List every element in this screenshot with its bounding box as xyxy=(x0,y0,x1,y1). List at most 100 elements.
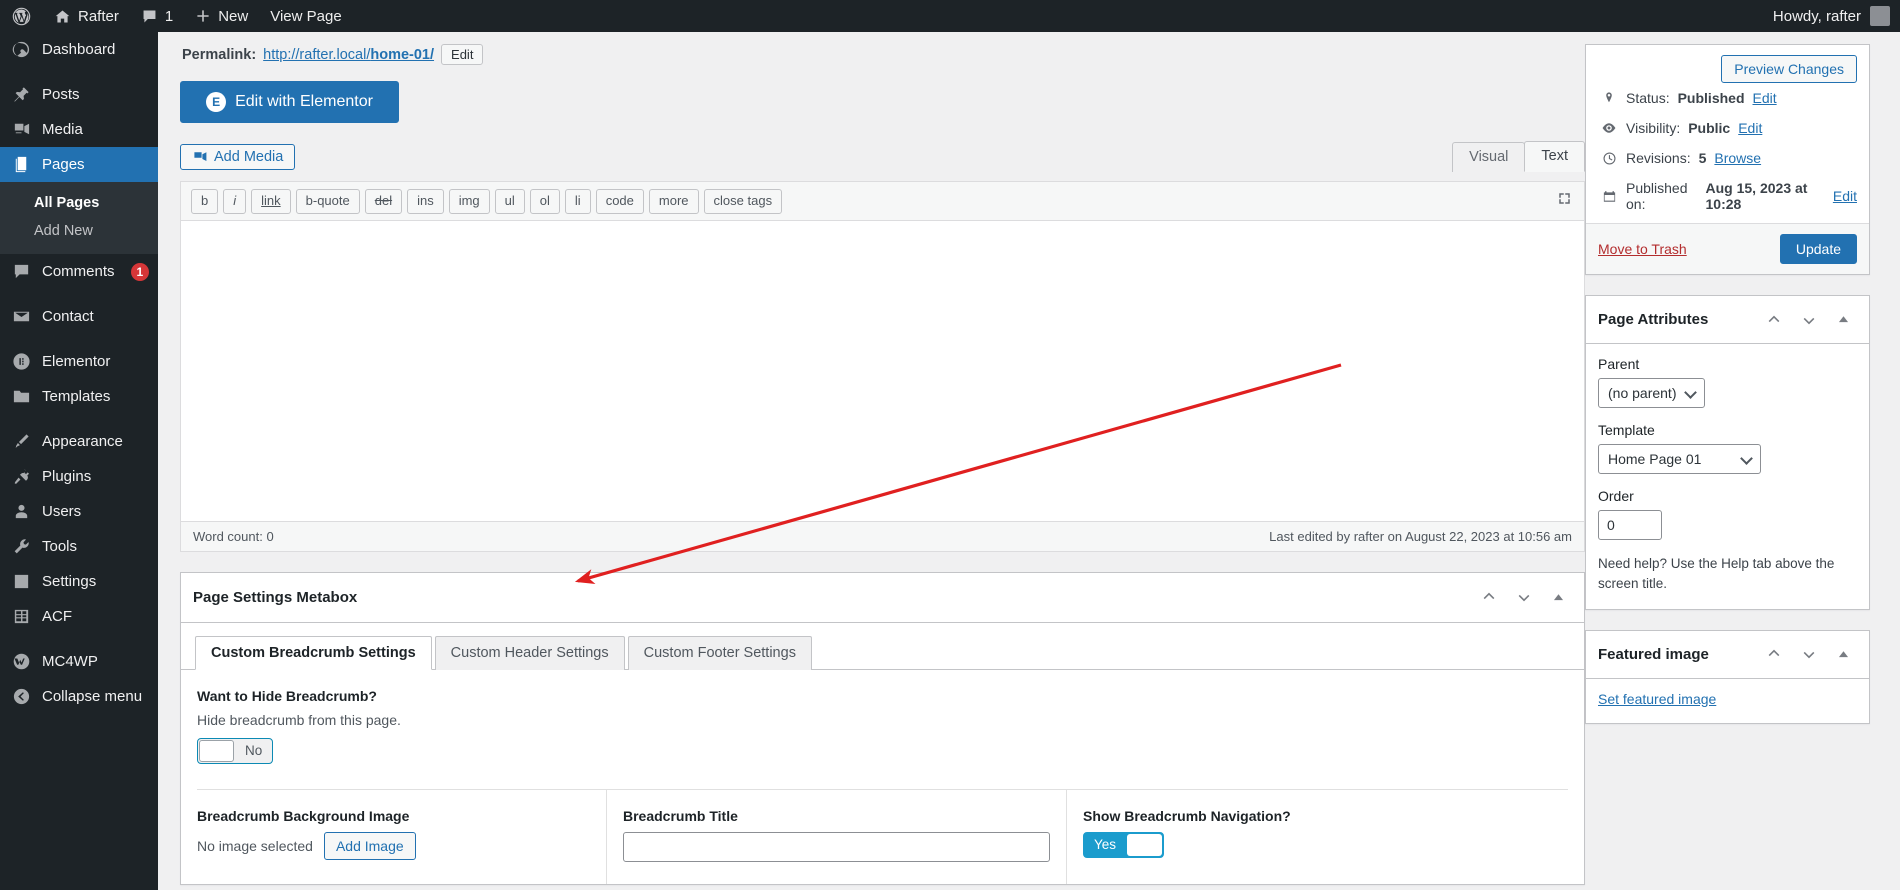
toggle-state-label: No xyxy=(245,743,263,759)
sidebar-item-dashboard[interactable]: Dashboard xyxy=(0,32,158,67)
sidebar-item-collapse-menu[interactable]: Collapse menu xyxy=(0,679,158,714)
quicktag-code[interactable]: code xyxy=(595,189,644,214)
browse-revisions-link[interactable]: Browse xyxy=(1714,150,1761,166)
published-on-row: Published on: Aug 15, 2023 at 10:28 Edit xyxy=(1598,173,1857,219)
preview-changes-button[interactable]: Preview Changes xyxy=(1721,55,1857,83)
sidebar-item-users[interactable]: Users xyxy=(0,494,158,529)
view-page-link[interactable]: View Page xyxy=(259,0,352,32)
move-up-icon[interactable] xyxy=(1760,641,1787,668)
show-navigation-toggle[interactable]: Yes xyxy=(1083,831,1165,858)
sidebar-item-appearance[interactable]: Appearance xyxy=(0,424,158,459)
tab-custom-breadcrumb-settings[interactable]: Custom Breadcrumb Settings xyxy=(195,635,432,670)
tab-custom-footer-settings[interactable]: Custom Footer Settings xyxy=(627,635,812,670)
editor-wrapper: Add Media Visual Text b i link b-quote d… xyxy=(180,141,1585,552)
publish-actions: Move to Trash Update xyxy=(1586,223,1869,274)
toggle-panel-icon[interactable] xyxy=(1830,641,1857,668)
quicktag-ins[interactable]: ins xyxy=(407,189,444,214)
visibility-value: Public xyxy=(1688,120,1731,136)
calendar-icon xyxy=(1600,189,1618,204)
sidebar-item-tools[interactable]: Tools xyxy=(0,529,158,564)
add-media-button[interactable]: Add Media xyxy=(180,143,296,170)
eye-icon xyxy=(1600,120,1618,136)
tab-text[interactable]: Text xyxy=(1524,141,1585,172)
permalink-link[interactable]: http://rafter.local/home-01/ xyxy=(263,47,434,63)
no-image-selected-label: No image selected xyxy=(197,837,313,854)
folder-icon xyxy=(11,386,32,407)
set-featured-image-link[interactable]: Set featured image xyxy=(1598,691,1716,707)
parent-select[interactable]: (no parent) xyxy=(1598,378,1706,408)
comments-bubble-button[interactable]: 1 xyxy=(130,0,184,32)
quicktag-ol[interactable]: ol xyxy=(529,189,560,214)
new-content-menu[interactable]: New xyxy=(184,0,259,32)
metabox-body: Want to Hide Breadcrumb? Hide breadcrumb… xyxy=(181,670,1584,790)
elementor-badge-icon: E xyxy=(206,92,227,112)
move-to-trash-link[interactable]: Move to Trash xyxy=(1598,241,1687,257)
site-name-label: Rafter xyxy=(78,7,119,25)
sidebar-item-acf[interactable]: ACF xyxy=(0,599,158,634)
edit-visibility-link[interactable]: Edit xyxy=(1738,120,1762,136)
quicktag-del[interactable]: del xyxy=(364,189,403,214)
template-select[interactable]: Home Page 01 xyxy=(1598,444,1761,474)
fullscreen-icon[interactable] xyxy=(1557,191,1576,211)
quicktag-img[interactable]: img xyxy=(448,189,490,214)
hide-breadcrumb-toggle[interactable]: No xyxy=(197,737,274,764)
sidebar-item-label: Pages xyxy=(42,156,85,173)
sidebar-subitem-add-new[interactable]: Add New xyxy=(0,217,158,245)
quicktag-ul[interactable]: ul xyxy=(494,189,525,214)
sidebar-subitem-all-pages[interactable]: All Pages xyxy=(0,189,158,217)
sidebar-item-comments[interactable]: Comments 1 xyxy=(0,254,158,289)
sidebar-item-posts[interactable]: Posts xyxy=(0,77,158,112)
edit-published-date-link[interactable]: Edit xyxy=(1833,188,1857,204)
sidebar-item-templates[interactable]: Templates xyxy=(0,379,158,414)
toggle-panel-icon[interactable] xyxy=(1830,306,1857,333)
published-on-label: Published on: xyxy=(1626,180,1688,212)
move-up-icon[interactable] xyxy=(1475,584,1502,611)
revisions-row: Revisions: 5 Browse xyxy=(1598,143,1857,173)
metabox-columns: Breadcrumb Background Image No image sel… xyxy=(181,789,1584,884)
revisions-value: 5 xyxy=(1698,150,1707,166)
site-name-menu[interactable]: Rafter xyxy=(43,0,130,32)
add-image-button[interactable]: Add Image xyxy=(323,831,416,860)
sidebar-item-label: Templates xyxy=(42,388,111,405)
breadcrumb-title-input[interactable] xyxy=(623,831,1050,862)
sidebar-item-mc4wp[interactable]: MC4WP xyxy=(0,644,158,679)
update-button[interactable]: Update xyxy=(1779,234,1857,264)
admin-bar-account[interactable]: Howdy, rafter xyxy=(1773,6,1900,26)
menu-separator xyxy=(0,334,158,344)
quicktag-b[interactable]: b xyxy=(191,189,219,214)
page-attributes-help-text: Need help? Use the Help tab above the sc… xyxy=(1598,556,1835,592)
metabox-tabs: Custom Breadcrumb Settings Custom Header… xyxy=(181,623,1584,670)
content-textarea[interactable] xyxy=(181,220,1584,521)
move-down-icon[interactable] xyxy=(1795,306,1822,333)
comments-badge: 1 xyxy=(130,262,150,281)
wordpress-logo-icon xyxy=(12,7,31,25)
edit-status-link[interactable]: Edit xyxy=(1753,90,1777,106)
sidebar-item-pages[interactable]: Pages xyxy=(0,147,158,182)
toggle-panel-icon[interactable] xyxy=(1545,584,1572,611)
order-input[interactable] xyxy=(1598,510,1662,540)
quicktag-i[interactable]: i xyxy=(223,189,247,214)
move-down-icon[interactable] xyxy=(1510,584,1537,611)
sidebar-item-contact[interactable]: Contact xyxy=(0,299,158,334)
quicktag-li[interactable]: li xyxy=(564,189,591,214)
quicktag-more[interactable]: more xyxy=(648,189,699,214)
metabox-handles xyxy=(1475,584,1572,611)
quicktag-link[interactable]: link xyxy=(251,189,291,214)
edit-with-elementor-button[interactable]: E Edit with Elementor xyxy=(180,81,399,123)
move-down-icon[interactable] xyxy=(1795,641,1822,668)
tab-custom-header-settings[interactable]: Custom Header Settings xyxy=(434,635,625,670)
metabox-title: Page Settings Metabox xyxy=(193,588,358,606)
permalink-prefix: http://rafter.local/ xyxy=(263,46,371,63)
sidebar-item-plugins[interactable]: Plugins xyxy=(0,459,158,494)
toggle-state-label: Yes xyxy=(1094,837,1117,853)
quicktag-b-quote[interactable]: b-quote xyxy=(295,189,360,214)
sidebar-item-elementor[interactable]: Elementor xyxy=(0,344,158,379)
sidebar-item-media[interactable]: Media xyxy=(0,112,158,147)
wordpress-logo-button[interactable] xyxy=(0,0,43,32)
tab-visual[interactable]: Visual xyxy=(1452,142,1526,172)
edit-permalink-button[interactable]: Edit xyxy=(441,44,484,65)
quicktag-close-tags[interactable]: close tags xyxy=(703,189,783,214)
move-up-icon[interactable] xyxy=(1760,306,1787,333)
featured-image-body: Set featured image xyxy=(1586,679,1869,723)
sidebar-item-settings[interactable]: Settings xyxy=(0,564,158,599)
